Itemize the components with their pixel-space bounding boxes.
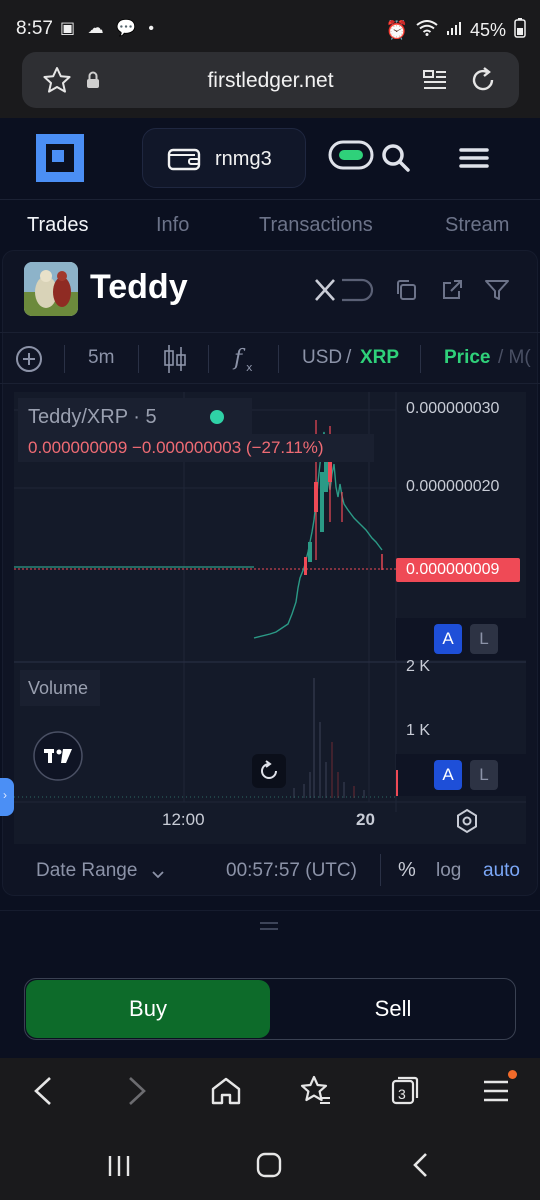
token-name: Teddy <box>90 268 188 306</box>
back-icon[interactable] <box>30 1076 58 1111</box>
date-range-button[interactable]: Date Range <box>36 860 137 882</box>
browser-menu-icon[interactable] <box>482 1078 510 1109</box>
side-panel-handle[interactable]: › <box>0 778 14 816</box>
resize-handle[interactable] <box>0 898 540 958</box>
notification-icons: ▣ ☁ 💬 • <box>60 20 158 37</box>
chevron-right-icon: › <box>3 788 7 802</box>
battery-text: 45% <box>469 20 506 40</box>
svg-text:x: x <box>246 361 253 374</box>
browser-bottom-bar: 3 <box>0 1058 540 1124</box>
address-bar[interactable]: firstledger.net <box>22 52 519 108</box>
currency-separator: / <box>346 347 352 368</box>
sell-button[interactable]: Sell <box>271 980 515 1038</box>
auto-scale-button[interactable]: A <box>434 624 462 654</box>
tab-trades[interactable]: Trades <box>27 214 89 237</box>
section-tabs: Trades Info Transactions Stream <box>0 200 540 250</box>
legend-values: 0.000000009 −0.000000003 (−27.11%) <box>28 438 324 457</box>
recents-icon[interactable] <box>106 1154 132 1183</box>
add-indicator-icon[interactable] <box>14 344 44 379</box>
status-time: 8:57 <box>16 18 53 39</box>
tab-count: 3 <box>398 1086 406 1102</box>
system-back-icon[interactable] <box>410 1152 432 1183</box>
menu-notification-dot <box>508 1070 517 1079</box>
tab-info[interactable]: Info <box>156 214 189 237</box>
home-icon[interactable] <box>210 1076 242 1111</box>
log-toggle[interactable]: log <box>436 860 461 882</box>
tab-transactions[interactable]: Transactions <box>259 214 373 237</box>
current-price: 0.000000009 <box>406 561 500 578</box>
volume-tick-high: 2 K <box>406 658 431 675</box>
alarm-icon: ⏰ <box>385 20 408 40</box>
theme-toggle-icon[interactable] <box>328 140 374 175</box>
wallet-icon <box>167 147 201 176</box>
log-scale-button[interactable]: L <box>470 624 498 654</box>
reader-mode-icon[interactable] <box>422 68 448 97</box>
mcap-mode[interactable]: / M( <box>498 347 531 369</box>
volume-label: Volume <box>28 678 89 698</box>
live-dot-icon <box>210 410 224 424</box>
utc-clock: 00:57:57 (UTC) <box>226 860 357 881</box>
chevron-down-icon[interactable] <box>152 866 164 884</box>
volume-auto-button[interactable]: A <box>434 760 462 790</box>
auto-toggle[interactable]: auto <box>483 860 520 882</box>
wallet-address: rnmg3 <box>215 148 272 170</box>
status-right: ⏰ 45% <box>386 18 526 43</box>
trade-toggle: Buy Sell <box>24 978 516 1040</box>
browser-toolbar: firstledger.net <box>0 44 540 118</box>
search-icon[interactable] <box>380 142 412 179</box>
external-link-icon[interactable] <box>440 278 464 307</box>
reset-chart-icon[interactable] <box>252 754 286 788</box>
forward-icon[interactable] <box>122 1076 150 1111</box>
blackhole-toggle-icon[interactable] <box>312 276 376 309</box>
filter-icon[interactable] <box>484 278 510 307</box>
svg-text:f: f <box>232 346 246 371</box>
interval-selector[interactable]: 5m <box>88 347 114 369</box>
buy-button[interactable]: Buy <box>26 980 270 1038</box>
price-chart[interactable]: Teddy/XRP · 5 0.000000009 −0.000000003 (… <box>14 392 526 844</box>
token-avatar <box>24 262 78 316</box>
volume-log-button[interactable]: L <box>470 760 498 790</box>
current-price-tag: 0.000000009 <box>396 558 520 582</box>
price-mode[interactable]: Price <box>444 347 490 369</box>
home-button-icon[interactable] <box>256 1152 282 1183</box>
percent-toggle[interactable]: % <box>398 859 416 882</box>
price-tick-high: 0.000000030 <box>406 400 500 417</box>
volume-marker <box>396 770 398 796</box>
wifi-icon <box>416 20 438 41</box>
copy-icon[interactable] <box>394 278 418 307</box>
menu-icon[interactable] <box>458 146 490 175</box>
time-tick-1200: 12:00 <box>162 810 205 829</box>
price-tick-mid: 0.000000020 <box>406 478 500 495</box>
tradingview-logo-icon[interactable] <box>32 730 84 787</box>
indicators-icon[interactable]: fx <box>232 343 258 380</box>
chart-toolbar: 5m fx USD / XRP Price / M( <box>0 332 540 384</box>
system-navigation <box>0 1124 540 1200</box>
app-header: rnmg3 <box>0 118 540 200</box>
chart-settings-icon[interactable] <box>454 808 480 839</box>
bookmarks-icon[interactable] <box>298 1074 332 1111</box>
candle-type-icon[interactable] <box>162 343 188 380</box>
tab-stream[interactable]: Stream <box>445 214 509 237</box>
battery-icon <box>514 18 526 43</box>
signal-icon <box>446 20 462 41</box>
volume-tick-mid: 1 K <box>406 722 431 739</box>
currency-base[interactable]: USD <box>302 347 342 369</box>
reload-icon[interactable] <box>468 65 498 100</box>
currency-quote[interactable]: XRP <box>360 347 399 369</box>
time-tick-20: 20 <box>356 810 375 829</box>
chart-footer: Date Range 00:57:57 (UTC) % log auto <box>2 846 538 894</box>
wallet-button[interactable]: rnmg3 <box>142 128 306 188</box>
legend-title: Teddy/XRP · 5 <box>28 406 157 428</box>
firstledger-logo[interactable] <box>36 134 84 182</box>
